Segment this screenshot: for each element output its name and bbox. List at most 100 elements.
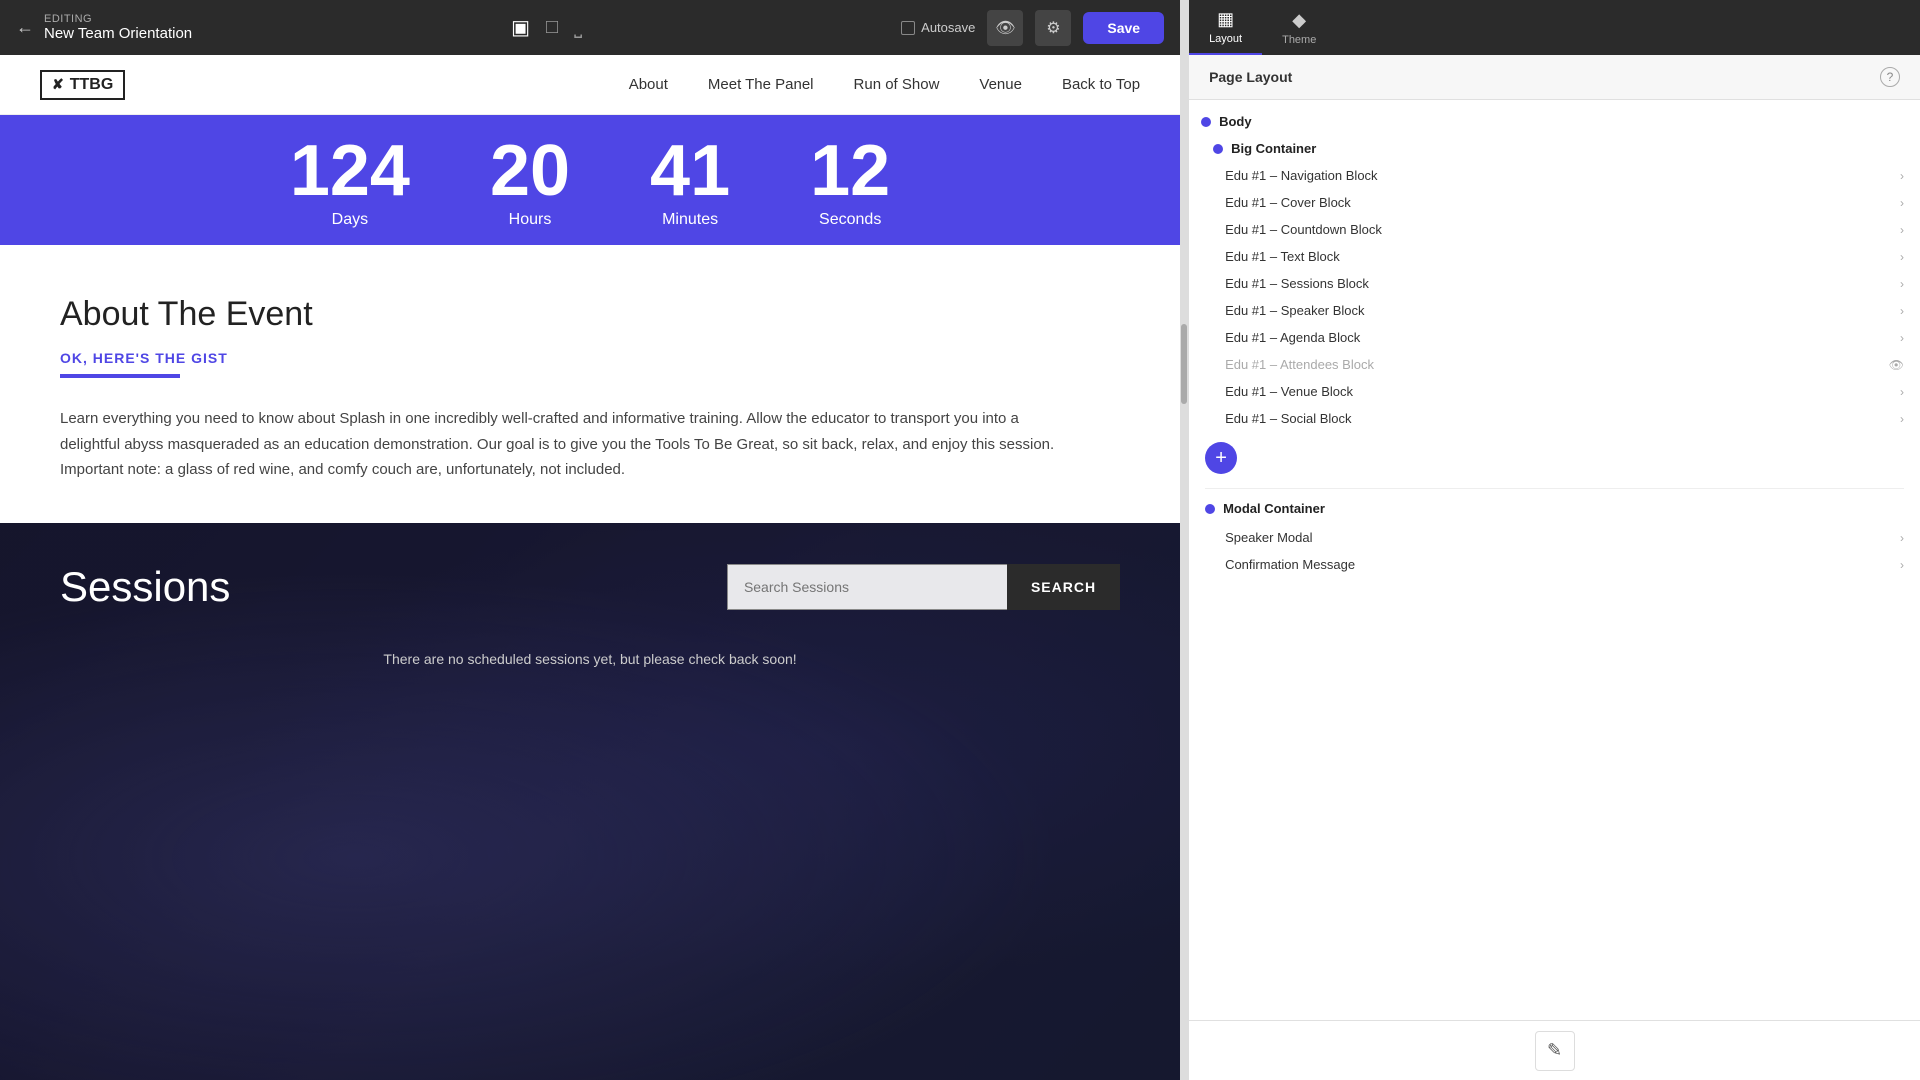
big-container-dot (1213, 144, 1223, 154)
desktop-icon[interactable]: ▣ (511, 15, 530, 40)
about-section: About The Event OK, HERE'S THE GIST Lear… (0, 245, 1180, 523)
tree-confirmation-message[interactable]: Confirmation Message › (1189, 551, 1920, 578)
sessions-section: Sessions SEARCH There are no scheduled s… (0, 523, 1180, 1080)
tree-divider (1205, 488, 1904, 489)
countdown-seconds: 12 Seconds (810, 135, 890, 229)
editing-label: EDITING New Team Orientation (44, 13, 192, 42)
minutes-number: 41 (650, 135, 730, 207)
search-sessions-input[interactable] (727, 564, 1007, 610)
tree-venue-block[interactable]: Edu #1 – Venue Block › (1189, 378, 1920, 405)
scroll-indicator[interactable] (1180, 0, 1188, 1080)
tree-modal-container[interactable]: Modal Container (1189, 493, 1920, 524)
tree-attendees-block[interactable]: Edu #1 – Attendees Block 👁 (1189, 351, 1920, 378)
tree-body[interactable]: Body (1189, 108, 1920, 135)
tree-social-block[interactable]: Edu #1 – Social Block › (1189, 405, 1920, 432)
tree-text-block[interactable]: Edu #1 – Text Block › (1189, 243, 1920, 270)
speaker-modal-label: Speaker Modal (1225, 530, 1312, 545)
confirmation-message-label: Confirmation Message (1225, 557, 1355, 572)
bottom-toolbar: ✎ (1189, 1020, 1920, 1080)
scroll-thumb (1181, 324, 1187, 404)
modal-container-dot (1205, 504, 1215, 514)
sessions-empty-message: There are no scheduled sessions yet, but… (60, 651, 1120, 667)
nav-block-chevron: › (1900, 169, 1904, 183)
nav-bar: ✘ TTBG About Meet The Panel Run of Show … (0, 55, 1180, 115)
tab-layout[interactable]: ▦ Layout (1189, 0, 1262, 55)
cover-block-label: Edu #1 – Cover Block (1225, 195, 1351, 210)
hours-label: Hours (509, 211, 552, 229)
help-icon[interactable]: ? (1880, 67, 1900, 87)
text-block-chevron: › (1900, 250, 1904, 264)
settings-icon-button[interactable]: ✎ (1535, 1031, 1575, 1071)
layout-tree: Body Big Container Edu #1 – Navigation B… (1189, 100, 1920, 1020)
right-panel-tabs: ▦ Layout ◆ Theme (1189, 0, 1920, 55)
cover-block-chevron: › (1900, 196, 1904, 210)
editing-text: EDITING (44, 13, 192, 25)
tab-theme[interactable]: ◆ Theme (1262, 0, 1336, 55)
sessions-search-area: SEARCH (727, 564, 1120, 610)
nav-links: About Meet The Panel Run of Show Venue B… (629, 76, 1140, 93)
save-button[interactable]: Save (1083, 12, 1164, 44)
page-layout-title: Page Layout (1209, 69, 1292, 85)
text-block-label: Edu #1 – Text Block (1225, 249, 1340, 264)
right-panel: ▦ Layout ◆ Theme Page Layout ? Body Big … (1188, 0, 1920, 1080)
page-layout-header: Page Layout ? (1189, 55, 1920, 100)
logo-icon: ✘ (52, 76, 64, 93)
sessions-header: Sessions SEARCH (60, 563, 1120, 611)
agenda-block-chevron: › (1900, 331, 1904, 345)
countdown-block-label: Edu #1 – Countdown Block (1225, 222, 1382, 237)
about-underline (60, 374, 180, 378)
sessions-content: Sessions SEARCH There are no scheduled s… (60, 563, 1120, 667)
tree-cover-block[interactable]: Edu #1 – Cover Block › (1189, 189, 1920, 216)
days-number: 124 (290, 135, 410, 207)
add-block-button[interactable]: + (1205, 442, 1237, 474)
seconds-label: Seconds (819, 211, 881, 229)
modal-container-label: Modal Container (1223, 501, 1325, 516)
nav-link-venue[interactable]: Venue (979, 76, 1022, 93)
countdown-hours: 20 Hours (490, 135, 570, 229)
layout-tab-label: Layout (1209, 33, 1242, 45)
speaker-modal-chevron: › (1900, 531, 1904, 545)
add-block-row: + (1189, 432, 1920, 484)
agenda-block-label: Edu #1 – Agenda Block (1225, 330, 1360, 345)
search-button[interactable]: SEARCH (1007, 564, 1120, 610)
preview-button[interactable]: 👁 (987, 10, 1023, 46)
speaker-block-label: Edu #1 – Speaker Block (1225, 303, 1364, 318)
sessions-title: Sessions (60, 563, 230, 611)
body-label: Body (1219, 114, 1252, 129)
back-arrow-icon[interactable]: ← (16, 17, 34, 38)
tree-countdown-block[interactable]: Edu #1 – Countdown Block › (1189, 216, 1920, 243)
about-text: Learn everything you need to know about … (60, 406, 1060, 483)
nav-link-meet-panel[interactable]: Meet The Panel (708, 76, 814, 93)
confirmation-chevron: › (1900, 558, 1904, 572)
nav-link-back-to-top[interactable]: Back to Top (1062, 76, 1140, 93)
tree-big-container[interactable]: Big Container (1189, 135, 1920, 162)
countdown-section: 124 Days 20 Hours 41 Minutes 12 Seconds (0, 115, 1180, 245)
tree-speaker-modal[interactable]: Speaker Modal › (1189, 524, 1920, 551)
theme-tab-label: Theme (1282, 34, 1316, 46)
logo-text: TTBG (70, 76, 114, 94)
theme-tab-icon: ◆ (1292, 10, 1306, 31)
seconds-number: 12 (810, 135, 890, 207)
nav-link-run-of-show[interactable]: Run of Show (854, 76, 940, 93)
website-content: ✘ TTBG About Meet The Panel Run of Show … (0, 55, 1180, 1080)
mobile-icon[interactable]: ⎵ (574, 16, 582, 39)
top-bar-right: Autosave 👁 ⚙ Save (901, 10, 1164, 46)
nav-logo: ✘ TTBG (40, 70, 125, 100)
attendees-block-label: Edu #1 – Attendees Block (1225, 357, 1374, 372)
autosave-label[interactable]: Autosave (901, 20, 975, 35)
minutes-label: Minutes (662, 211, 718, 229)
tree-speaker-block[interactable]: Edu #1 – Speaker Block › (1189, 297, 1920, 324)
tree-agenda-block[interactable]: Edu #1 – Agenda Block › (1189, 324, 1920, 351)
layout-tab-icon: ▦ (1217, 9, 1234, 30)
top-bar: ← EDITING New Team Orientation ▣ □ ⎵ Aut… (0, 0, 1180, 55)
tablet-icon[interactable]: □ (546, 16, 558, 39)
autosave-checkbox[interactable] (901, 21, 915, 35)
nav-link-about[interactable]: About (629, 76, 668, 93)
hours-number: 20 (490, 135, 570, 207)
countdown-block-chevron: › (1900, 223, 1904, 237)
settings-splash-button[interactable]: ⚙ (1035, 10, 1071, 46)
attendees-block-icon: 👁 (1889, 358, 1904, 372)
countdown-days: 124 Days (290, 135, 410, 229)
tree-sessions-block[interactable]: Edu #1 – Sessions Block › (1189, 270, 1920, 297)
tree-nav-block[interactable]: Edu #1 – Navigation Block › (1189, 162, 1920, 189)
